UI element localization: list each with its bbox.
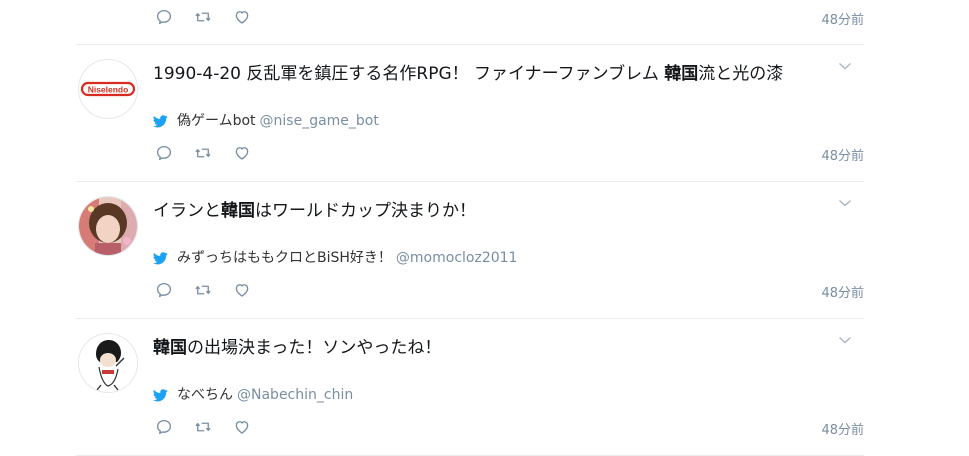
user-name[interactable]: 偽ゲームbot [177, 111, 256, 131]
avatar[interactable]: Niselendo [78, 59, 138, 119]
heart-icon[interactable] [232, 417, 252, 437]
reply-icon[interactable] [154, 417, 174, 437]
tweet-text-part: 流と光の漆 [698, 64, 784, 84]
tweet-actions [154, 7, 271, 27]
user-name[interactable]: なべちん [177, 385, 233, 405]
tweet-actions [154, 143, 271, 163]
tweet: イランと韓国はワールドカップ決まりか！ みずっちはももクロとBiSH好き！ @m… [76, 182, 864, 319]
tweet-text-part: イランと [153, 201, 221, 221]
tweet-timestamp[interactable]: 48分前 [821, 419, 864, 438]
user-name[interactable]: みずっちはももクロとBiSH好き！ [177, 248, 392, 268]
tweet-partial: 48分前 [76, 0, 864, 45]
retweet-icon[interactable] [193, 7, 213, 27]
tweet-text: 韓国の出場決まった！ソンやったね！ [153, 337, 441, 359]
twitter-bird-icon [153, 114, 168, 127]
chevron-down-icon[interactable] [838, 61, 852, 71]
avatar[interactable] [78, 333, 138, 393]
chevron-down-icon[interactable] [838, 198, 852, 208]
tweet-timestamp[interactable]: 48分前 [821, 9, 864, 28]
tweet-keyword: 韓国 [153, 338, 187, 358]
avatar-logo-text: Niselendo [88, 85, 129, 95]
retweet-icon[interactable] [193, 417, 213, 437]
tweet-text-part: 1990-4-20 反乱軍を鎮圧する名作RPG！ ファイナーファンブレム [153, 64, 665, 84]
tweet-text: イランと韓国はワールドカップ決まりか！ [153, 200, 476, 222]
reply-icon[interactable] [154, 7, 174, 27]
tweet-timestamp[interactable]: 48分前 [821, 282, 864, 301]
tweet-author: 偽ゲームbot @nise_game_bot [153, 111, 379, 131]
tweet-text-part: はワールドカップ決まりか！ [255, 201, 476, 221]
reply-icon[interactable] [154, 143, 174, 163]
twitter-bird-icon [153, 388, 168, 401]
avatar[interactable] [78, 196, 138, 256]
tweet-actions [154, 417, 271, 437]
user-handle[interactable]: @Nabechin_chin [237, 385, 353, 405]
heart-icon[interactable] [232, 280, 252, 300]
tweet-author: なべちん @Nabechin_chin [153, 385, 353, 405]
tweet-text: 1990-4-20 反乱軍を鎮圧する名作RPG！ ファイナーファンブレム 韓国流… [153, 63, 783, 85]
heart-icon[interactable] [232, 7, 252, 27]
reply-icon[interactable] [154, 280, 174, 300]
tweet-author: みずっちはももクロとBiSH好き！ @momocloz2011 [153, 248, 517, 268]
user-handle[interactable]: @nise_game_bot [260, 111, 379, 131]
tweet-timestamp[interactable]: 48分前 [821, 145, 864, 164]
heart-icon[interactable] [232, 143, 252, 163]
tweet-actions [154, 280, 271, 300]
tweet-keyword: 韓国 [664, 64, 699, 84]
tweet-text-part: の出場決まった！ソンやったね！ [187, 338, 442, 358]
tweet-feed: 48分前 Niselendo 1990-4-20 反乱軍を鎮圧する名作RPG！ … [76, 0, 864, 456]
chevron-down-icon[interactable] [838, 335, 852, 345]
retweet-icon[interactable] [193, 280, 213, 300]
tweet-keyword: 韓国 [221, 201, 255, 221]
retweet-icon[interactable] [193, 143, 213, 163]
user-handle[interactable]: @momocloz2011 [396, 248, 518, 268]
tweet: Niselendo 1990-4-20 反乱軍を鎮圧する名作RPG！ ファイナー… [76, 45, 864, 182]
twitter-bird-icon [153, 251, 168, 264]
tweet: 韓国の出場決まった！ソンやったね！ なべちん @Nabechin_chin 48… [76, 319, 864, 456]
